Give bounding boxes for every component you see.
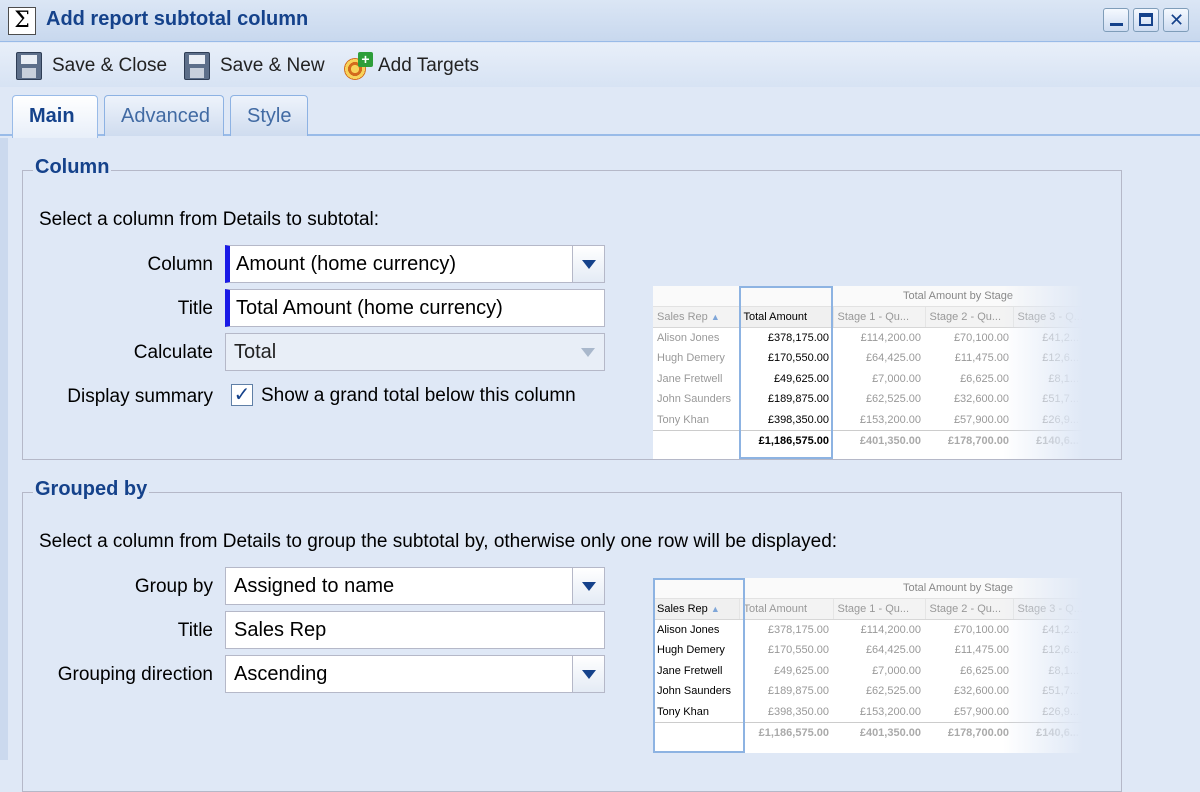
toolbar: Save & Close Save & New + Add Targets	[0, 43, 1200, 87]
column-title-input[interactable]: Total Amount (home currency)	[225, 289, 605, 327]
chevron-down-icon[interactable]	[572, 568, 604, 604]
column-select-value: Amount (home currency)	[236, 253, 457, 275]
preview-header-cell: Stage 1 - Qu...	[833, 598, 926, 620]
preview-header-cell: Sales Rep ▲	[653, 598, 740, 620]
close-icon: ✕	[1169, 10, 1185, 30]
maximize-icon	[1139, 13, 1153, 26]
maximize-button[interactable]	[1133, 8, 1159, 32]
save-close-button[interactable]: Save & Close	[16, 51, 167, 81]
column-select[interactable]: Amount (home currency)	[225, 245, 605, 283]
display-summary-row: Display summary ✓ Show a grand total bel…	[23, 377, 623, 415]
table-row: Tony Khan £398,350.00 £153,200.00 £57,900.0…	[657, 413, 1079, 426]
calculate-label: Calculate	[133, 342, 213, 363]
save-new-label: Save & New	[220, 55, 325, 76]
grouping-direction-label: Grouping direction	[57, 664, 213, 685]
main-panel: Column Select a column from Details to s…	[0, 138, 1200, 792]
group-by-label: Group by	[134, 576, 213, 597]
calculate-row: Calculate Total	[23, 333, 623, 371]
table-row: John Saunders £189,875.00 £62,525.00 £32,60…	[657, 685, 1079, 698]
grouping-direction-row: Grouping direction Ascending	[23, 655, 623, 693]
group-title-row: Title Sales Rep	[23, 611, 623, 649]
column-title-label: Title	[177, 298, 213, 319]
group-by-preview: Total Amount by Stage Sales Rep ▲ Total …	[653, 578, 1083, 753]
preview-header-cell: Stage 3 - Q...	[1013, 598, 1083, 620]
table-row: Jane Fretwell £49,625.00 £7,000.00 £6,625.0…	[657, 664, 1079, 677]
column-intro-text: Select a column from Details to subtotal…	[39, 209, 380, 230]
column-fieldset: Column Select a column from Details to s…	[22, 156, 1122, 460]
column-legend: Column	[33, 156, 112, 179]
sort-asc-icon: ▲	[710, 311, 720, 322]
dialog-window: Σ Add report subtotal column ✕ Save & Cl…	[0, 0, 1200, 792]
calculate-select: Total	[225, 333, 605, 371]
save-new-button[interactable]: Save & New	[184, 51, 325, 81]
preview-group-header-row: Total Amount by Stage	[653, 286, 1083, 308]
table-row: Hugh Demery £170,550.00 £64,425.00 £11,475.…	[657, 644, 1079, 657]
add-targets-button[interactable]: + Add Targets	[344, 51, 479, 81]
plus-icon: +	[358, 52, 373, 67]
tab-style[interactable]: Style	[230, 95, 308, 136]
table-row: Hugh Demery £170,550.00 £64,425.00 £11,475.…	[657, 352, 1079, 365]
title-bar[interactable]: Σ Add report subtotal column ✕	[0, 0, 1200, 42]
tab-strip: Main Advanced Style	[0, 88, 1200, 138]
preview-header-cell: Total Amount	[739, 306, 834, 328]
subtotal-column-preview: Total Amount by Stage Sales Rep ▲ Total …	[653, 286, 1083, 459]
preview-header-row: Sales Rep ▲ Total Amount Stage 1 - Qu...…	[653, 306, 1083, 328]
tab-advanced[interactable]: Advanced	[104, 95, 224, 136]
sigma-icon: Σ	[8, 7, 36, 35]
preview-total-row: £1,186,575.00 £401,350.00 £178,700.00 £140,…	[653, 721, 1083, 743]
column-row: Column Amount (home currency)	[23, 245, 623, 283]
chevron-down-icon[interactable]	[572, 656, 604, 692]
preview-group-header: Total Amount by Stage	[833, 286, 1083, 308]
preview-header-cell: Sales Rep ▲	[653, 306, 740, 328]
grouping-direction-value: Ascending	[234, 663, 328, 685]
grouped-by-intro-text: Select a column from Details to group th…	[39, 531, 838, 552]
grouped-by-fieldset: Grouped by Select a column from Details …	[22, 478, 1122, 792]
table-row: Alison Jones £378,175.00 £114,200.00 £70,10…	[657, 623, 1079, 636]
group-by-select-value: Assigned to name	[234, 575, 395, 597]
preview-group-header-row: Total Amount by Stage	[653, 578, 1083, 600]
column-title-value: Total Amount (home currency)	[236, 297, 503, 319]
floppy-disk-icon	[16, 52, 42, 80]
group-title-value: Sales Rep	[234, 619, 327, 641]
preview-header-cell: Stage 3 - Q...	[1013, 306, 1083, 328]
sort-asc-icon: ▲	[710, 603, 720, 614]
minimize-icon	[1110, 23, 1123, 26]
grand-total-checkbox[interactable]: ✓	[231, 384, 253, 406]
table-row: John Saunders £189,875.00 £62,525.00 £32,60…	[657, 393, 1079, 406]
preview-header-cell: Stage 2 - Qu...	[925, 598, 1014, 620]
grouping-direction-select[interactable]: Ascending	[225, 655, 605, 693]
dialog-title: Add report subtotal column	[46, 8, 309, 30]
close-button[interactable]: ✕	[1163, 8, 1189, 32]
chevron-down-icon	[572, 334, 604, 370]
table-row: Tony Khan £398,350.00 £153,200.00 £57,900.0…	[657, 705, 1079, 718]
calculate-select-value: Total	[234, 341, 277, 363]
group-title-input[interactable]: Sales Rep	[225, 611, 605, 649]
preview-header-cell: Stage 2 - Qu...	[925, 306, 1014, 328]
target-add-icon: +	[344, 52, 374, 80]
tab-main[interactable]: Main	[12, 95, 98, 138]
table-row: Alison Jones £378,175.00 £114,200.00 £70,10…	[657, 331, 1079, 344]
chevron-down-icon[interactable]	[572, 246, 604, 282]
grand-total-checkbox-label[interactable]: Show a grand total below this column	[261, 385, 576, 407]
preview-header-row: Sales Rep ▲ Total Amount Stage 1 - Qu...…	[653, 598, 1083, 620]
preview-total-row: £1,186,575.00 £401,350.00 £178,700.00 £140,…	[653, 429, 1083, 451]
preview-table: Total Amount by Stage Sales Rep ▲ Total …	[653, 578, 1083, 743]
preview-header-cell: Total Amount	[739, 598, 834, 620]
display-summary-label: Display summary	[67, 386, 213, 407]
save-close-label: Save & Close	[52, 55, 168, 76]
column-label: Column	[147, 254, 213, 275]
grouped-by-legend: Grouped by	[33, 478, 150, 501]
table-row: Jane Fretwell £49,625.00 £7,000.00 £6,625.0…	[657, 372, 1079, 385]
column-title-row: Title Total Amount (home currency)	[23, 289, 623, 327]
preview-header-cell: Stage 1 - Qu...	[833, 306, 926, 328]
preview-group-header: Total Amount by Stage	[833, 578, 1083, 600]
add-targets-label: Add Targets	[378, 55, 480, 76]
group-title-label: Title	[177, 620, 213, 641]
group-by-select[interactable]: Assigned to name	[225, 567, 605, 605]
minimize-button[interactable]	[1103, 8, 1129, 32]
floppy-disk-icon	[184, 52, 210, 80]
preview-table: Total Amount by Stage Sales Rep ▲ Total …	[653, 286, 1083, 451]
group-by-row: Group by Assigned to name	[23, 567, 623, 605]
